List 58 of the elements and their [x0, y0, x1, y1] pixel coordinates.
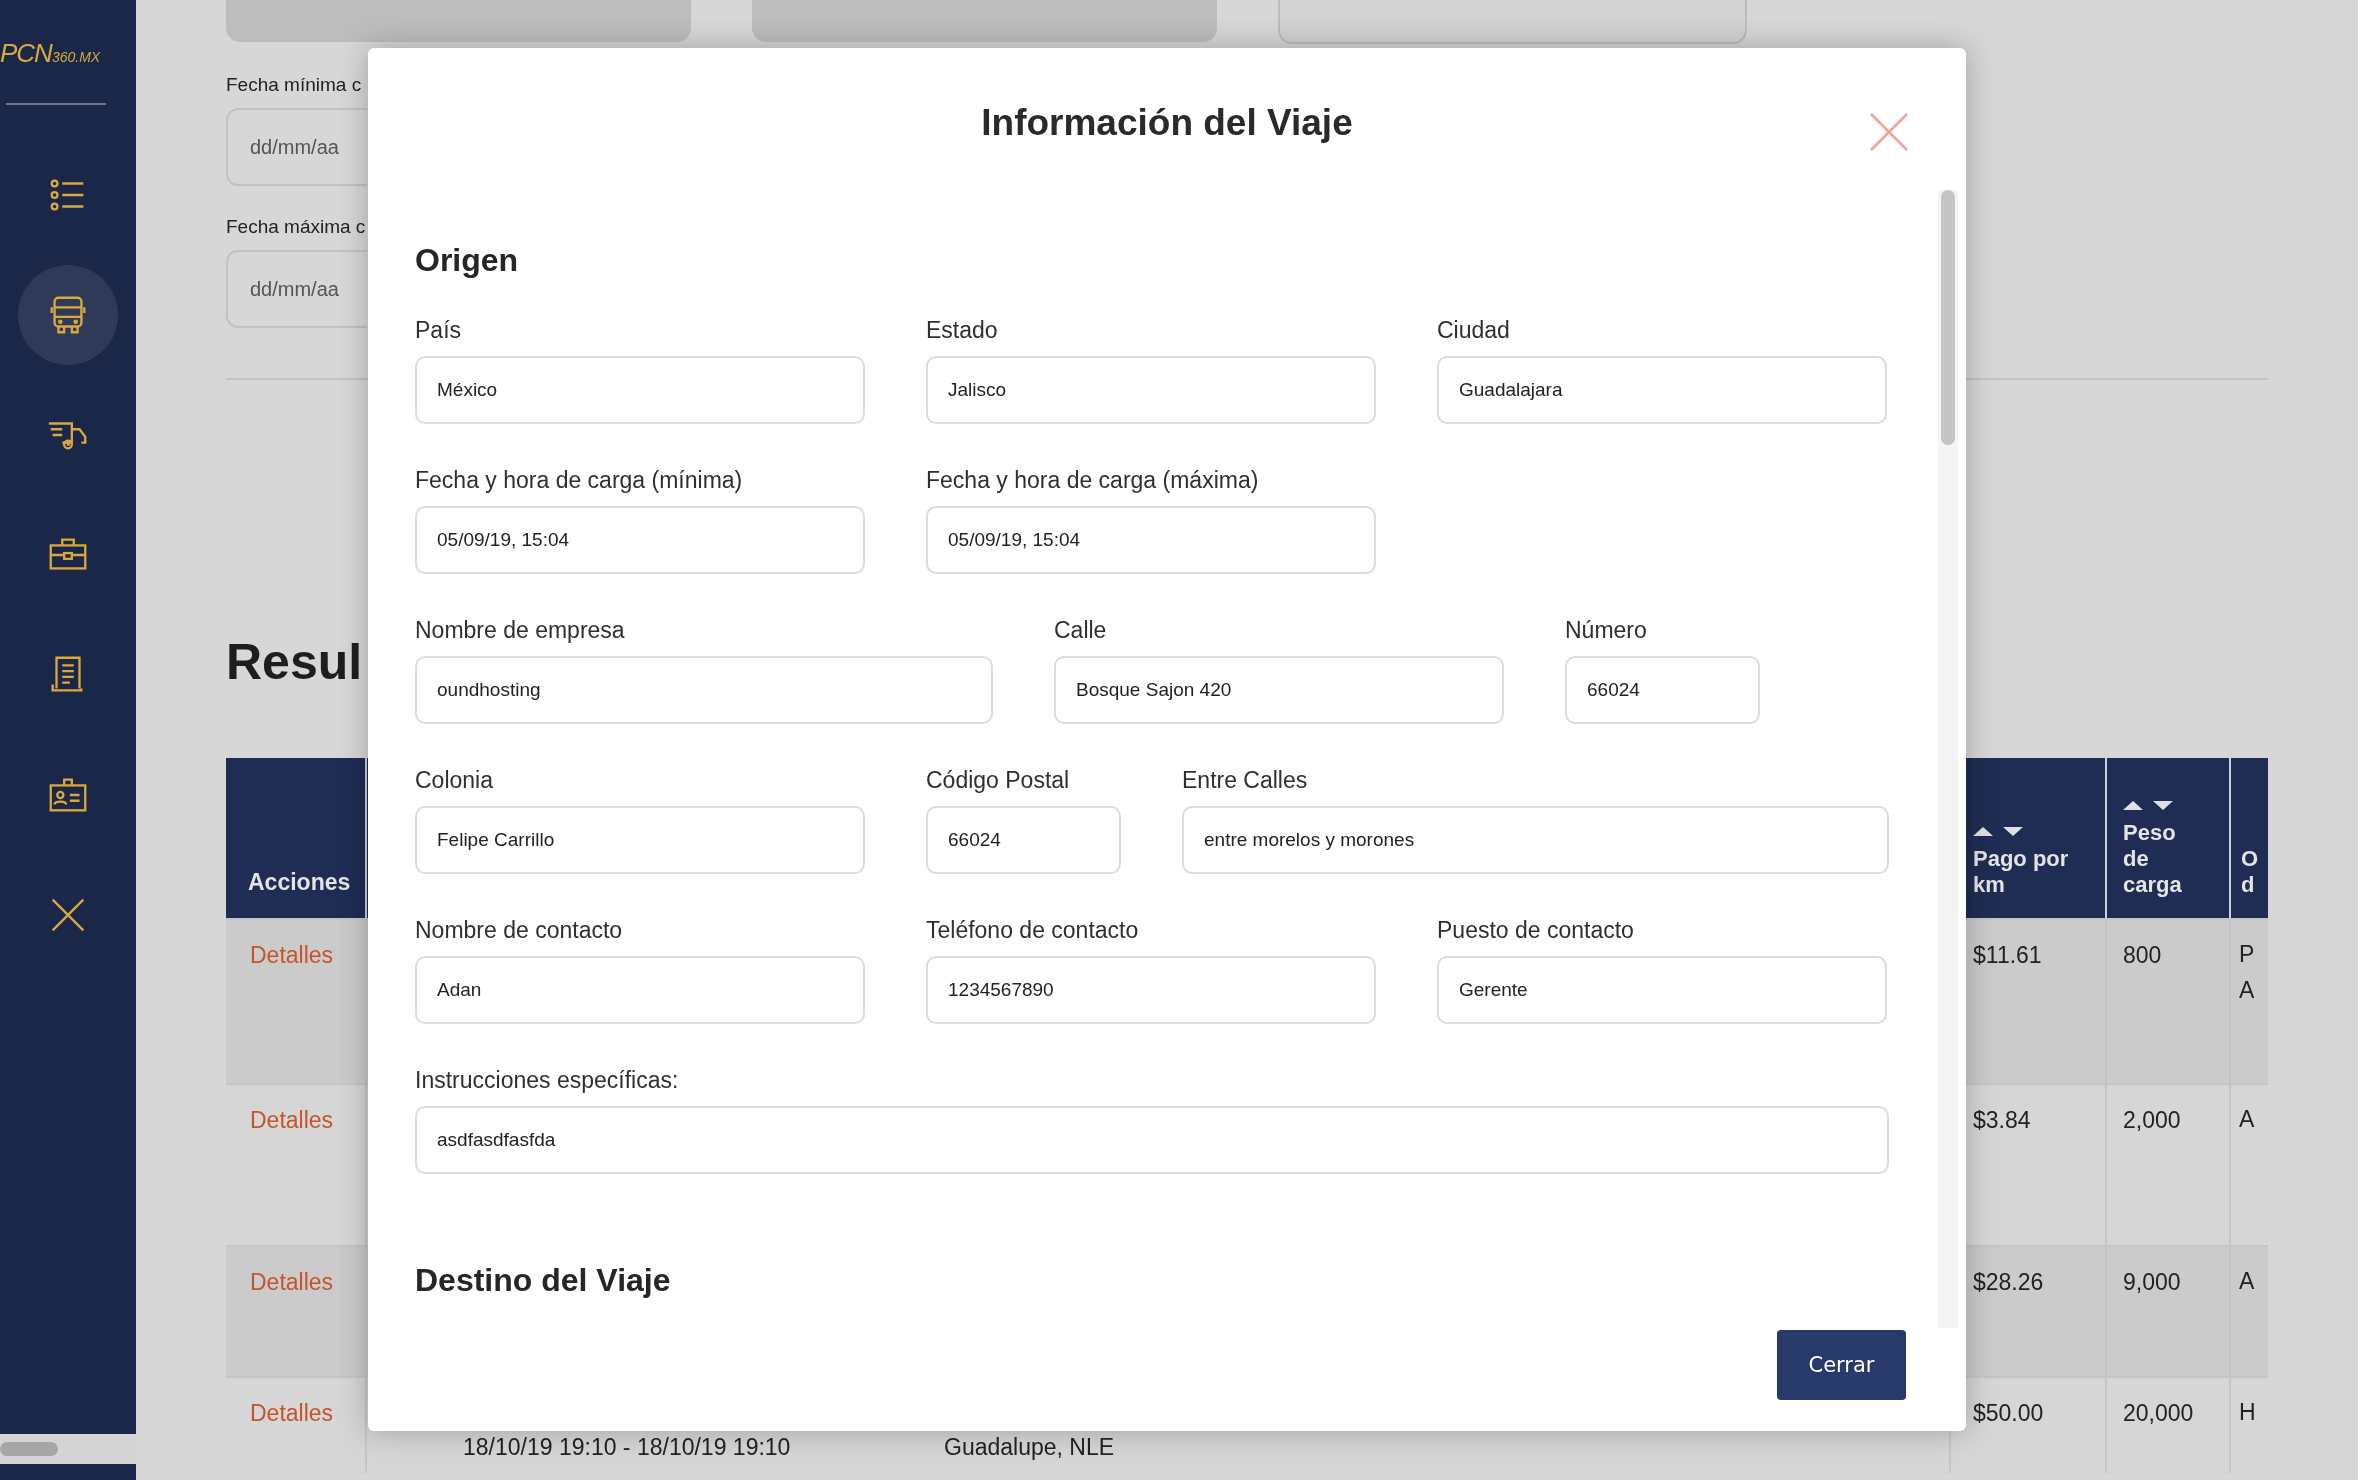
table-cell: $11.61 [1973, 942, 2042, 968]
field-label: Estado [926, 316, 999, 344]
text-field[interactable]: Jalisco [926, 356, 1376, 424]
field-label: Instrucciones específicas: [415, 1066, 680, 1094]
column-header: Peso de carga [2123, 820, 2183, 898]
table-cell: 9,000 [2123, 1269, 2181, 1295]
field-label: Fecha mínima c [226, 74, 363, 96]
field-label: Entre Calles [1182, 766, 1309, 794]
text-field[interactable]: Gerente [1437, 956, 1887, 1024]
table-cell: $3.84 [1973, 1107, 2031, 1133]
text-field[interactable]: 66024 [926, 806, 1121, 874]
field-label: País [415, 316, 463, 344]
column-header: O d [2241, 846, 2255, 898]
text-field[interactable]: 05/09/19, 15:04 [926, 506, 1376, 574]
text-field[interactable]: entre morelos y morones [1182, 806, 1889, 874]
table-cell-text: 18/10/19 19:10 - 18/10/19 19:10 [463, 1434, 792, 1461]
dialog-title: Información del Viaje [981, 101, 1353, 144]
table-cell-text: P A [2239, 940, 2255, 1005]
text-field[interactable]: asdfasdfasfda [415, 1106, 1889, 1174]
table-cell: 2,000 [2123, 1107, 2181, 1133]
field-label: Ciudad [1437, 316, 1511, 344]
text-field[interactable]: 05/09/19, 15:04 [415, 506, 865, 574]
text-field[interactable]: México [415, 356, 865, 424]
logo: PCN360.MX [0, 38, 101, 69]
scrollbar[interactable] [1938, 190, 1958, 1328]
column-header: Pago por km [1973, 846, 2070, 898]
section-heading: Destino del Viaje [415, 1261, 672, 1300]
text-field[interactable]: Adan [415, 956, 865, 1024]
section-heading: Resul [226, 633, 364, 692]
section-heading: Origen [415, 241, 520, 280]
text-field[interactable]: Bosque Sajon 420 [1054, 656, 1504, 724]
column-header: Acciones [248, 869, 351, 896]
field-label: Colonia [415, 766, 494, 794]
scrollbar[interactable] [0, 1434, 136, 1464]
table-cell: Guadalupe, NLE [944, 1434, 1115, 1461]
field-label: Fecha máxima c [226, 216, 367, 238]
field-label: Teléfono de contacto [926, 916, 1140, 944]
field-label: Calle [1054, 616, 1108, 644]
table-cell: 20,000 [2123, 1400, 2194, 1426]
text-field[interactable]: Felipe Carrillo [415, 806, 865, 874]
text-field[interactable]: 1234567890 [926, 956, 1376, 1024]
field-label: Nombre de empresa [415, 616, 626, 644]
field-label: Número [1565, 616, 1648, 644]
table-cell: $28.26 [1973, 1269, 2044, 1295]
field-label: Código Postal [926, 766, 1071, 794]
table-cell: 800 [2123, 942, 2162, 968]
field-label: Puesto de contacto [1437, 916, 1635, 944]
close-button[interactable]: Cerrar [1777, 1330, 1906, 1400]
field-label: Nombre de contacto [415, 916, 624, 944]
table-cell-text: H [2239, 1398, 2255, 1427]
field-label: Fecha y hora de carga (máxima) [926, 466, 1260, 494]
text-field[interactable]: 66024 [1565, 656, 1760, 724]
table-cell-text: A [2239, 1105, 2255, 1134]
table-cell: $50.00 [1973, 1400, 2044, 1426]
field-label: Fecha y hora de carga (mínima) [415, 466, 744, 494]
table-cell-text: A [2239, 1267, 2255, 1296]
text-field[interactable]: oundhosting [415, 656, 993, 724]
text-field[interactable]: Guadalajara [1437, 356, 1887, 424]
